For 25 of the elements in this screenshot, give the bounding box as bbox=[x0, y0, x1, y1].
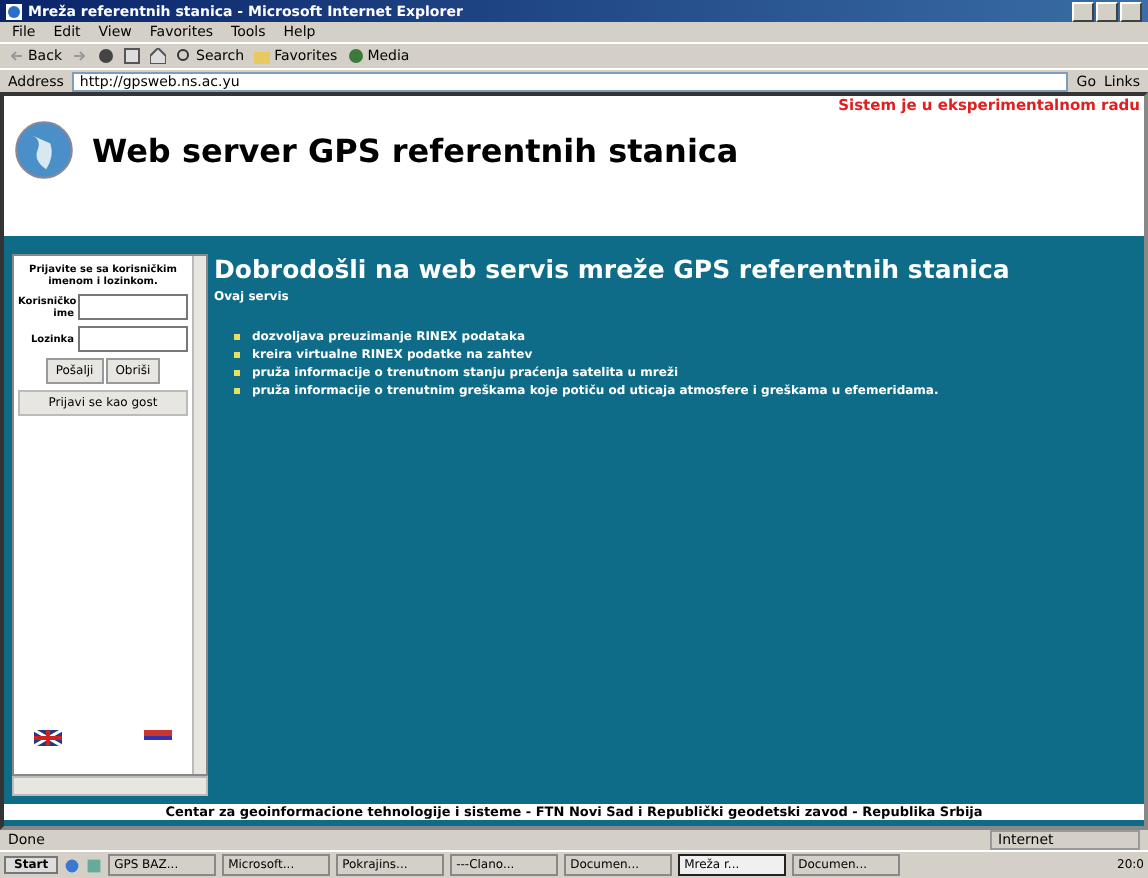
password-field[interactable] bbox=[78, 326, 188, 352]
horizontal-scrollbar[interactable] bbox=[12, 776, 208, 796]
welcome-heading: Dobrodošli na web servis mreže GPS referentnih stanica bbox=[214, 254, 1012, 284]
folder-icon bbox=[254, 48, 271, 64]
bullet-icon bbox=[234, 388, 240, 394]
globe-icon bbox=[12, 118, 76, 182]
flag-icon bbox=[34, 730, 62, 746]
search-icon bbox=[176, 48, 192, 64]
refresh-icon bbox=[124, 48, 140, 64]
maximize-button[interactable] bbox=[1096, 1, 1118, 21]
back-arrow-icon bbox=[8, 48, 24, 64]
close-button[interactable] bbox=[1120, 1, 1142, 21]
stop-icon bbox=[98, 48, 114, 64]
site-heading: Web server GPS referentnih stanica bbox=[92, 131, 739, 169]
browser-icon bbox=[6, 3, 22, 19]
bullet-icon bbox=[234, 370, 240, 376]
vertical-scrollbar[interactable] bbox=[192, 256, 206, 774]
forward-arrow-icon bbox=[72, 48, 88, 64]
media-icon bbox=[347, 48, 364, 64]
bullet-icon bbox=[234, 334, 240, 340]
minimize-button[interactable] bbox=[1072, 1, 1094, 21]
flag-icon bbox=[144, 730, 172, 746]
username-field[interactable] bbox=[78, 294, 188, 320]
bullet-icon bbox=[234, 352, 240, 358]
home-icon bbox=[150, 48, 166, 64]
